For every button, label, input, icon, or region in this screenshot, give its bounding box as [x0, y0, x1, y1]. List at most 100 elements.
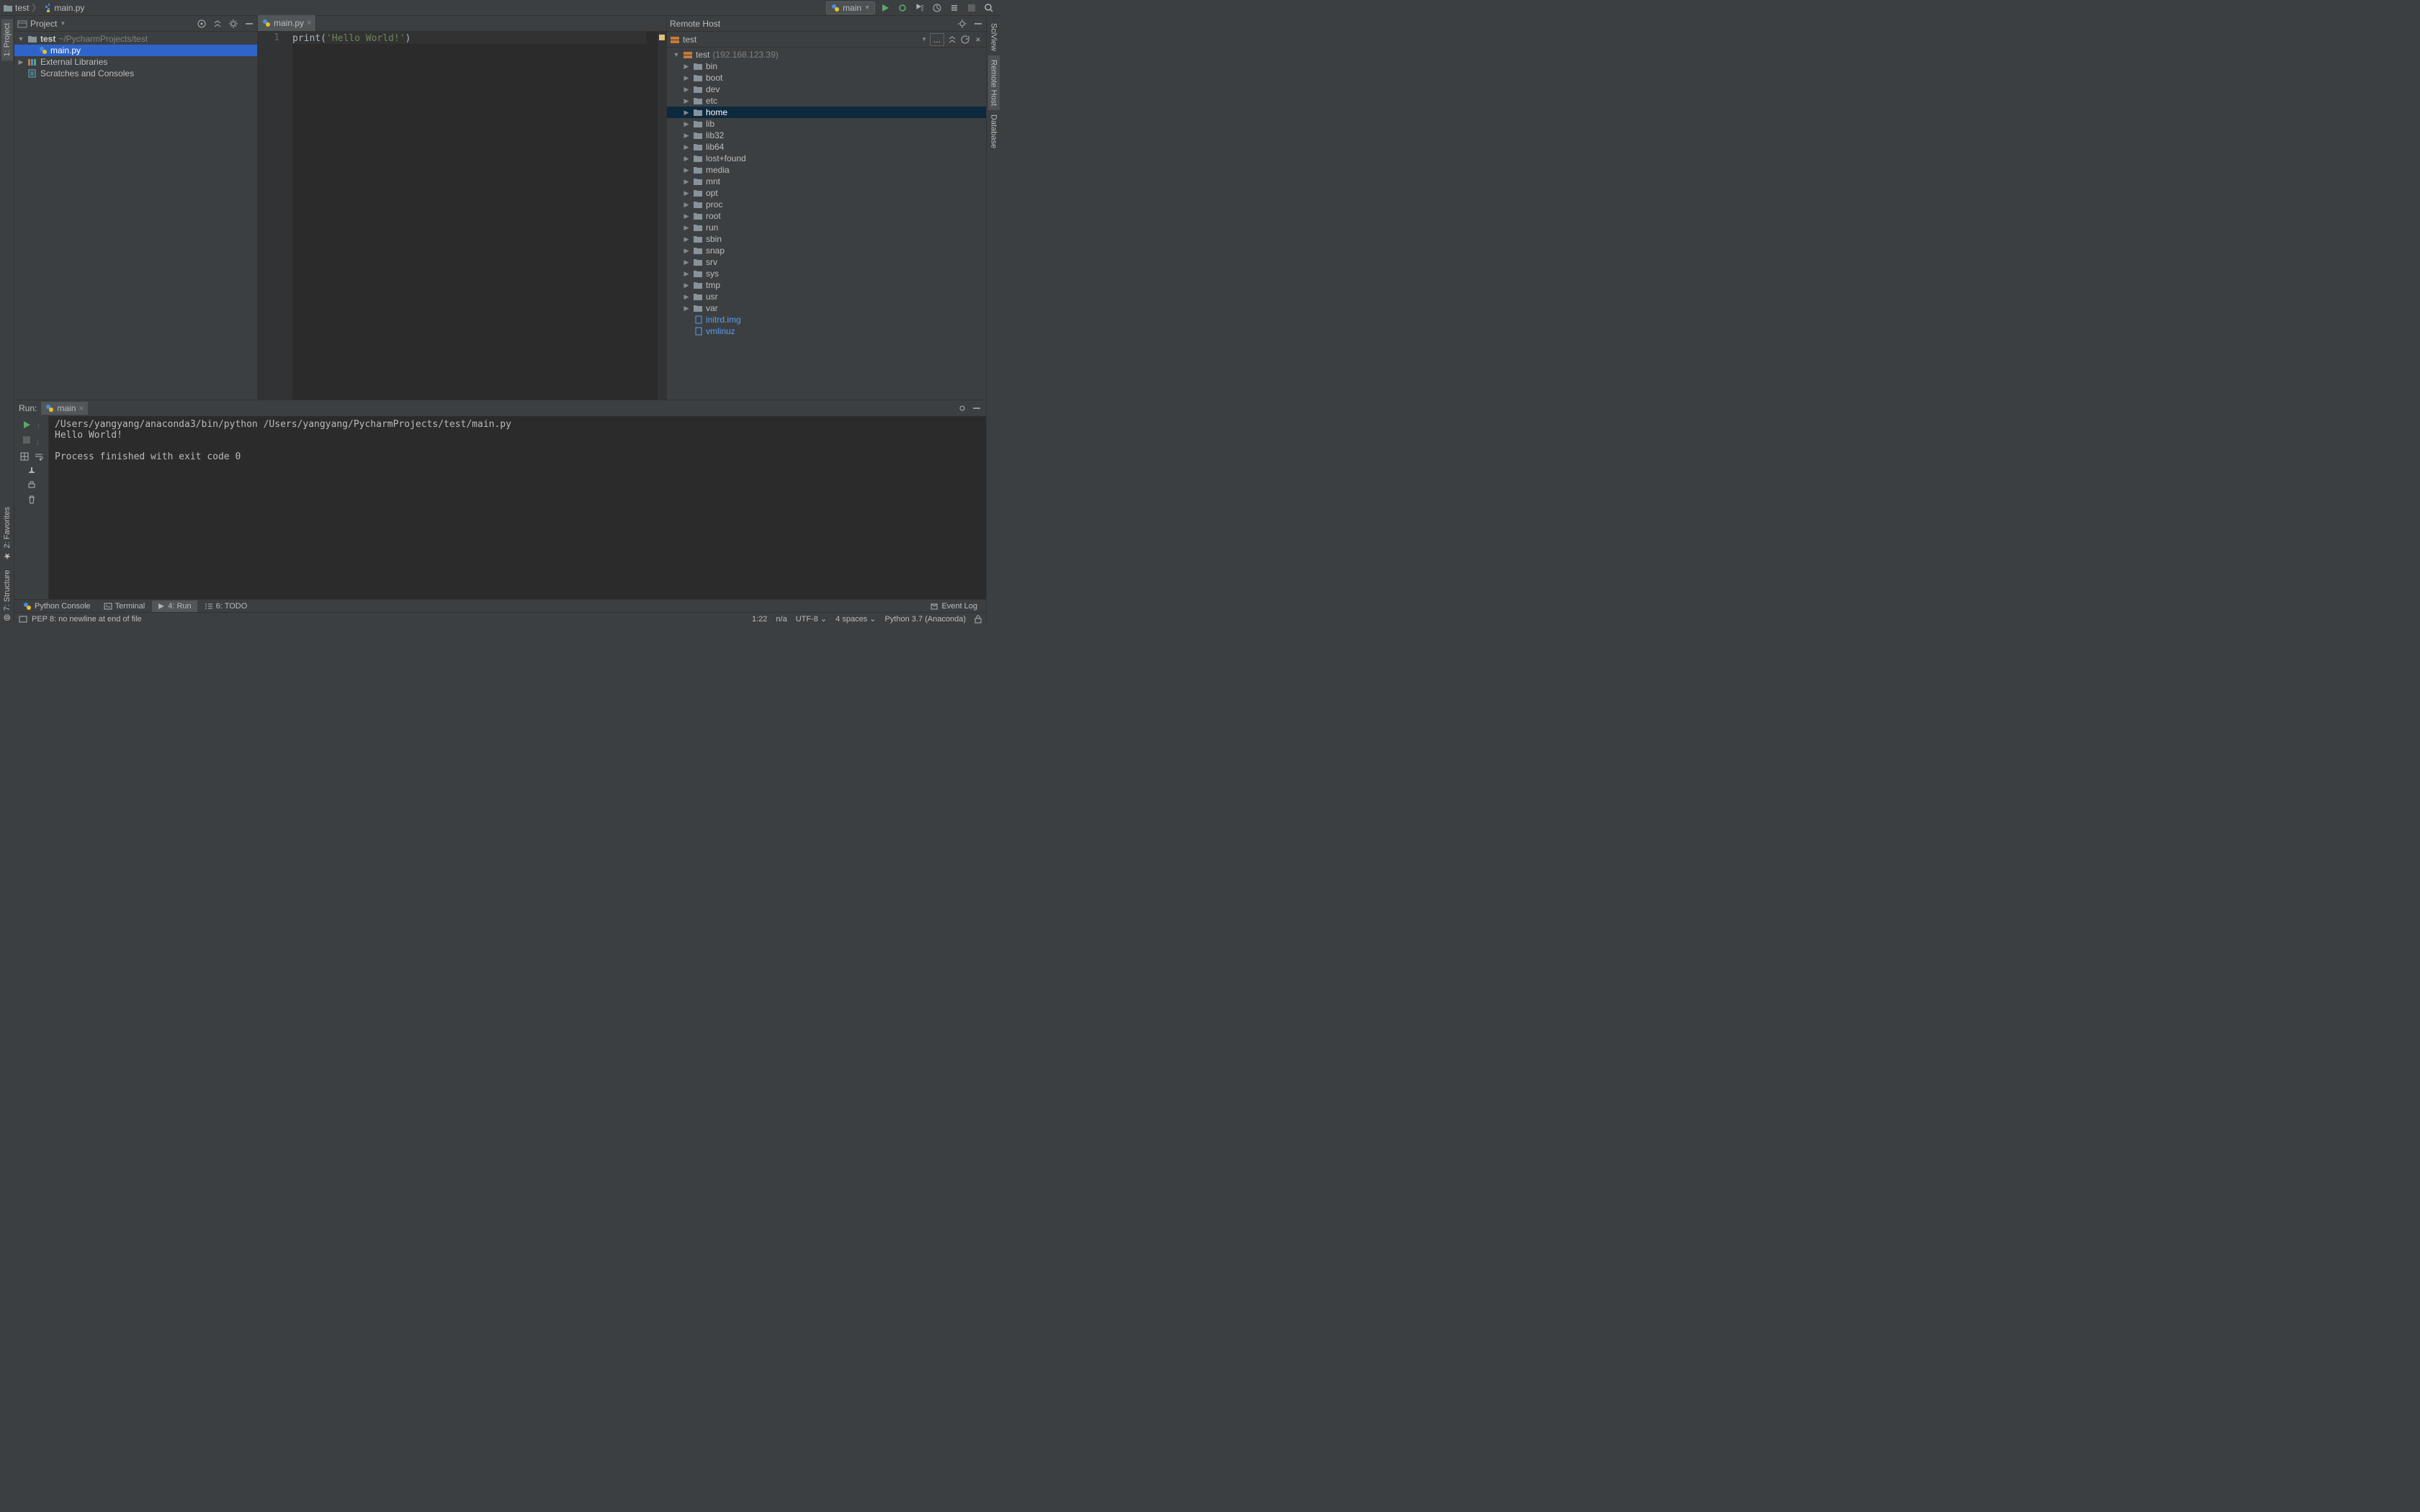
remote-server-selector[interactable]: test: [683, 35, 696, 45]
expand-arrow-icon[interactable]: ▶: [683, 282, 690, 289]
remote-dir-root[interactable]: ▶root: [667, 210, 986, 222]
chevron-down-icon[interactable]: ▼: [921, 36, 927, 42]
down-icon[interactable]: ↓: [36, 436, 40, 446]
collapse-all-icon[interactable]: [212, 19, 223, 29]
remote-dir-lib64[interactable]: ▶lib64: [667, 141, 986, 153]
remote-dir-opt[interactable]: ▶opt: [667, 187, 986, 199]
remote-dir-lib[interactable]: ▶lib: [667, 118, 986, 130]
hide-icon[interactable]: [973, 19, 983, 29]
up-icon[interactable]: ↑: [37, 420, 41, 431]
tab-terminal[interactable]: Terminal: [98, 600, 151, 612]
window-icon[interactable]: [19, 615, 27, 624]
remote-dir-snap[interactable]: ▶snap: [667, 245, 986, 256]
hide-icon[interactable]: [244, 19, 254, 29]
stripe-tab-database[interactable]: Database: [988, 110, 1000, 153]
remote-dir-lost+found[interactable]: ▶lost+found: [667, 153, 986, 164]
caret-position[interactable]: 1:22: [752, 615, 767, 624]
expand-arrow-icon[interactable]: ▶: [683, 305, 690, 312]
remote-dir-sbin[interactable]: ▶sbin: [667, 233, 986, 245]
expand-arrow-icon[interactable]: ▶: [683, 155, 690, 163]
remote-dir-tmp[interactable]: ▶tmp: [667, 279, 986, 291]
editor-content[interactable]: print('Hello World!'): [292, 32, 658, 400]
project-view-selector[interactable]: Project ▼: [17, 19, 66, 29]
remote-dir-boot[interactable]: ▶boot: [667, 72, 986, 84]
print-icon[interactable]: [27, 481, 36, 490]
tab-run[interactable]: 4: Run: [152, 600, 197, 612]
close-icon[interactable]: ×: [973, 35, 983, 45]
stripe-tab-project[interactable]: 1: Project: [1, 19, 13, 60]
concurrency-button[interactable]: [949, 2, 960, 14]
trash-icon[interactable]: [27, 495, 36, 504]
external-libraries-node[interactable]: ▶ External Libraries: [14, 56, 257, 68]
gear-icon[interactable]: [228, 19, 238, 29]
remote-dir-proc[interactable]: ▶proc: [667, 199, 986, 210]
editor-tab-main[interactable]: main.py ×: [258, 15, 316, 31]
encoding-widget[interactable]: UTF-8 ⌄: [796, 614, 827, 624]
expand-arrow-icon[interactable]: ▼: [17, 35, 24, 42]
remote-root-node[interactable]: ▼test (192.168.123.39): [667, 49, 986, 60]
remote-dir-run[interactable]: ▶run: [667, 222, 986, 233]
gear-icon[interactable]: [957, 403, 967, 413]
expand-arrow-icon[interactable]: ▶: [683, 178, 690, 186]
expand-arrow-icon[interactable]: ▶: [683, 166, 690, 174]
line-sep[interactable]: n/a: [776, 615, 786, 624]
remote-dir-mnt[interactable]: ▶mnt: [667, 176, 986, 187]
layout-icon[interactable]: [20, 452, 29, 461]
expand-arrow-icon[interactable]: ▶: [683, 63, 690, 71]
tab-event-log[interactable]: Event Log: [924, 600, 983, 612]
remote-dir-home[interactable]: ▶home: [667, 107, 986, 118]
project-file-main[interactable]: main.py: [14, 45, 257, 56]
stripe-tab-favorites[interactable]: ★ 2: Favorites: [1, 503, 14, 565]
expand-arrow-icon[interactable]: ▼: [673, 51, 680, 58]
remote-dir-srv[interactable]: ▶srv: [667, 256, 986, 268]
run-tab-main[interactable]: main ×: [41, 402, 88, 415]
stripe-tab-remote-host[interactable]: Remote Host: [988, 55, 1000, 110]
tab-python-console[interactable]: Python Console: [17, 600, 97, 612]
remote-dir-bin[interactable]: ▶bin: [667, 60, 986, 72]
expand-arrow-icon[interactable]: ▶: [683, 293, 690, 301]
expand-arrow-icon[interactable]: ▶: [683, 120, 690, 128]
remote-dir-var[interactable]: ▶var: [667, 302, 986, 314]
scratches-node[interactable]: Scratches and Consoles: [14, 68, 257, 79]
expand-arrow-icon[interactable]: ▶: [683, 86, 690, 94]
run-coverage-button[interactable]: [914, 2, 926, 14]
remote-file-vmlinuz[interactable]: vmlinuz: [667, 325, 986, 337]
expand-arrow-icon[interactable]: ▶: [17, 58, 24, 66]
breadcrumb-file[interactable]: main.py: [54, 3, 84, 13]
indent-widget[interactable]: 4 spaces ⌄: [835, 614, 876, 624]
remote-dir-etc[interactable]: ▶etc: [667, 95, 986, 107]
interpreter-widget[interactable]: Python 3.7 (Anaconda): [884, 615, 966, 624]
marker-stripe[interactable]: [658, 32, 666, 400]
console-output[interactable]: /Users/yangyang/anaconda3/bin/python /Us…: [49, 416, 986, 599]
rerun-button[interactable]: [22, 420, 31, 431]
expand-arrow-icon[interactable]: ▶: [683, 109, 690, 117]
profile-button[interactable]: [931, 2, 943, 14]
expand-arrow-icon[interactable]: ▶: [683, 97, 690, 105]
editor-gutter[interactable]: 1: [258, 32, 292, 400]
refresh-icon[interactable]: [960, 35, 970, 45]
expand-arrow-icon[interactable]: ▶: [683, 258, 690, 266]
expand-arrow-icon[interactable]: ▶: [683, 224, 690, 232]
collapse-all-icon[interactable]: [947, 35, 957, 45]
wrap-icon[interactable]: [35, 452, 43, 461]
stripe-tab-structure[interactable]: ⦾ 7: Structure: [1, 566, 14, 625]
remote-dir-sys[interactable]: ▶sys: [667, 268, 986, 279]
pin-icon[interactable]: [27, 467, 36, 475]
tab-todo[interactable]: 6: TODO: [199, 600, 254, 612]
run-button[interactable]: [879, 2, 891, 14]
locate-icon[interactable]: [197, 19, 207, 29]
breadcrumb-root[interactable]: test: [15, 3, 29, 13]
run-config-selector[interactable]: main ▼: [826, 1, 875, 14]
warning-marker-icon[interactable]: [659, 35, 665, 40]
remote-dir-dev[interactable]: ▶dev: [667, 84, 986, 95]
expand-arrow-icon[interactable]: ▶: [683, 143, 690, 151]
expand-arrow-icon[interactable]: ▶: [683, 270, 690, 278]
expand-arrow-icon[interactable]: ▶: [683, 74, 690, 82]
gear-icon[interactable]: [957, 19, 967, 29]
expand-arrow-icon[interactable]: ▶: [683, 212, 690, 220]
browse-button[interactable]: ...: [930, 33, 944, 46]
breadcrumb[interactable]: test 〉 main.py: [3, 1, 84, 14]
expand-arrow-icon[interactable]: ▶: [683, 247, 690, 255]
close-icon[interactable]: ×: [79, 403, 84, 413]
remote-dir-usr[interactable]: ▶usr: [667, 291, 986, 302]
